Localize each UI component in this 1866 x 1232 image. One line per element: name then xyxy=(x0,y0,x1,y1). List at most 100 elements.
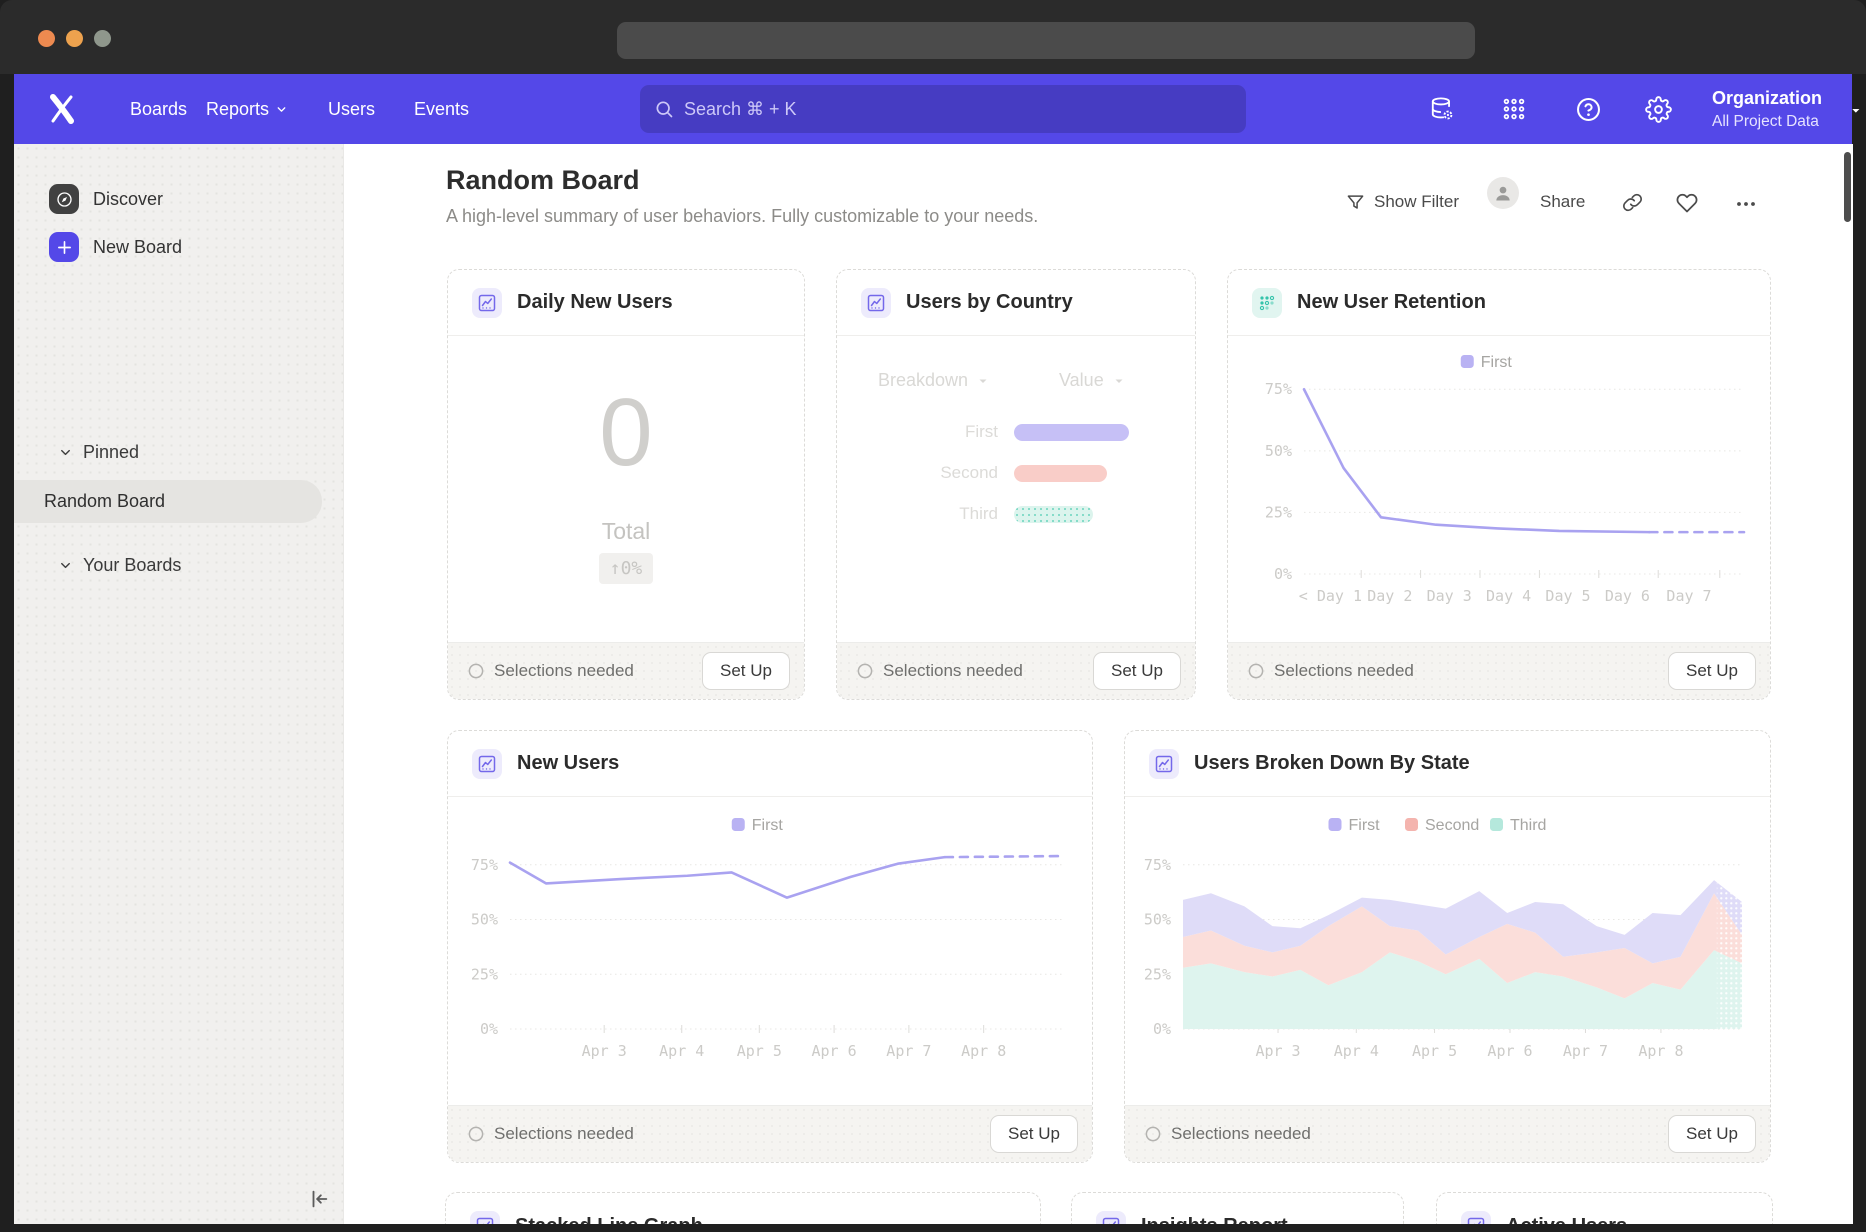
card-footer: Selections needed Set Up xyxy=(1125,1105,1770,1162)
card-footer: Selections needed Set Up xyxy=(448,642,804,699)
card-title: New User Retention xyxy=(1297,291,1486,314)
help-icon[interactable] xyxy=(1570,91,1606,127)
nav-events[interactable]: Events xyxy=(414,74,469,144)
compass-icon xyxy=(49,184,79,214)
window-zoom-button[interactable] xyxy=(94,30,111,47)
line-chart-icon xyxy=(472,288,502,318)
settings-gear-icon[interactable] xyxy=(1640,91,1676,127)
search-icon xyxy=(654,99,674,119)
apps-grid-icon[interactable] xyxy=(1496,91,1532,127)
chevron-down-icon xyxy=(1113,375,1125,387)
country-row: Third xyxy=(878,504,1093,524)
page-title: Random Board xyxy=(446,165,640,196)
line-chart-icon xyxy=(1461,1211,1491,1224)
new-users-chart: 75%50%25%0%Apr 3Apr 4Apr 5Apr 6Apr 7Apr … xyxy=(448,797,1092,1105)
card-users-by-country: Users by Country Breakdown Value First S… xyxy=(836,269,1196,700)
svg-text:75%: 75% xyxy=(471,856,498,874)
avatar[interactable] xyxy=(1487,177,1519,209)
card-footer: Selections needed Set Up xyxy=(448,1105,1092,1162)
card-title: Insights Report xyxy=(1141,1215,1288,1225)
svg-text:Apr 3: Apr 3 xyxy=(1255,1042,1300,1060)
card-title: Active Users xyxy=(1506,1215,1627,1225)
value-dropdown[interactable]: Value xyxy=(1059,370,1125,391)
browser-address-bar[interactable] xyxy=(617,22,1475,59)
line-chart-icon xyxy=(1149,749,1179,779)
set-up-button[interactable]: Set Up xyxy=(990,1115,1078,1153)
user-icon xyxy=(1493,183,1513,203)
chevron-down-icon[interactable] xyxy=(1850,104,1862,122)
svg-text:Apr 4: Apr 4 xyxy=(1334,1042,1379,1060)
main-content: Random Board A high-level summary of use… xyxy=(343,144,1853,1224)
line-chart-icon xyxy=(1096,1211,1126,1224)
svg-text:Day 3: Day 3 xyxy=(1427,587,1472,605)
svg-text:25%: 25% xyxy=(471,965,498,983)
more-options-button[interactable] xyxy=(1734,192,1758,216)
svg-text:0%: 0% xyxy=(1153,1020,1171,1038)
set-up-button[interactable]: Set Up xyxy=(1668,652,1756,690)
svg-text:Day 4: Day 4 xyxy=(1486,587,1531,605)
card-title: New Users xyxy=(517,752,619,775)
top-navbar: Boards Reports Users Events Search ⌘ + K xyxy=(14,74,1852,144)
radio-circle-icon xyxy=(1248,663,1264,679)
search-placeholder: Search ⌘ + K xyxy=(684,99,797,120)
retention-chart: 75%50%25%0%< Day 1Day 2Day 3Day 4Day 5Da… xyxy=(1228,336,1770,642)
svg-text:Apr 7: Apr 7 xyxy=(886,1042,931,1060)
mixpanel-logo[interactable] xyxy=(46,93,78,125)
svg-text:Day 6: Day 6 xyxy=(1605,587,1650,605)
data-management-icon[interactable] xyxy=(1424,91,1460,127)
org-project-switcher[interactable]: Organization All Project Data xyxy=(1712,86,1844,132)
svg-text:25%: 25% xyxy=(1265,503,1292,521)
sidebar-item-random-board[interactable]: Random Board xyxy=(14,480,322,523)
radio-circle-icon xyxy=(857,663,873,679)
svg-text:First: First xyxy=(1481,354,1513,371)
set-up-button[interactable]: Set Up xyxy=(1668,1115,1756,1153)
set-up-button[interactable]: Set Up xyxy=(1093,652,1181,690)
copy-link-button[interactable] xyxy=(1622,192,1643,213)
set-up-button[interactable]: Set Up xyxy=(702,652,790,690)
breakdown-dropdown[interactable]: Breakdown xyxy=(878,370,989,391)
bar-third xyxy=(1014,506,1093,523)
radio-circle-icon xyxy=(1145,1126,1161,1142)
org-name: Organization xyxy=(1712,86,1844,111)
org-project: All Project Data xyxy=(1712,111,1844,132)
svg-text:0%: 0% xyxy=(480,1020,498,1038)
radio-circle-icon xyxy=(468,1126,484,1142)
sidebar-item-discover[interactable]: Discover xyxy=(49,184,163,214)
sidebar-section-your-boards[interactable]: Your Boards xyxy=(58,555,181,576)
nav-boards[interactable]: Boards xyxy=(130,74,187,144)
chevron-down-icon xyxy=(58,558,73,573)
metric-delta-badge: ↑0% xyxy=(599,553,654,584)
svg-text:25%: 25% xyxy=(1144,965,1171,983)
scrollbar-thumb[interactable] xyxy=(1844,152,1851,222)
card-title: Stacked Line Graph xyxy=(515,1215,703,1225)
line-chart-icon xyxy=(472,749,502,779)
bar-first xyxy=(1014,424,1129,441)
card-stacked-line-graph: Stacked Line Graph xyxy=(445,1192,1041,1224)
nav-reports[interactable]: Reports xyxy=(206,74,288,144)
svg-text:Day 7: Day 7 xyxy=(1666,587,1711,605)
page-subtitle: A high-level summary of user behaviors. … xyxy=(446,206,1038,227)
sidebar-item-new-board[interactable]: New Board xyxy=(49,232,182,262)
link-icon xyxy=(1622,192,1643,213)
svg-text:Apr 7: Apr 7 xyxy=(1563,1042,1608,1060)
window-close-button[interactable] xyxy=(38,30,55,47)
card-insights-report: Insights Report xyxy=(1071,1192,1404,1224)
svg-text:Apr 5: Apr 5 xyxy=(737,1042,782,1060)
chevron-down-icon xyxy=(977,375,989,387)
sidebar-collapse-button[interactable] xyxy=(302,1184,336,1214)
share-button[interactable]: Share xyxy=(1540,192,1585,212)
card-active-users: Active Users xyxy=(1436,1192,1773,1224)
show-filter-button[interactable]: Show Filter xyxy=(1346,192,1459,212)
window-minimize-button[interactable] xyxy=(66,30,83,47)
search-input[interactable]: Search ⌘ + K xyxy=(640,85,1246,133)
svg-text:First: First xyxy=(1349,817,1381,834)
sidebar-section-pinned[interactable]: Pinned xyxy=(58,442,139,463)
favorite-heart-button[interactable] xyxy=(1676,192,1698,214)
card-title: Users Broken Down By State xyxy=(1194,752,1470,775)
card-title: Users by Country xyxy=(906,291,1073,314)
svg-text:50%: 50% xyxy=(1144,911,1171,929)
nav-users[interactable]: Users xyxy=(328,74,375,144)
card-new-users: New Users 75%50%25%0%Apr 3Apr 4Apr 5Apr … xyxy=(447,730,1093,1163)
bar-second xyxy=(1014,465,1107,482)
heart-icon xyxy=(1676,192,1698,214)
